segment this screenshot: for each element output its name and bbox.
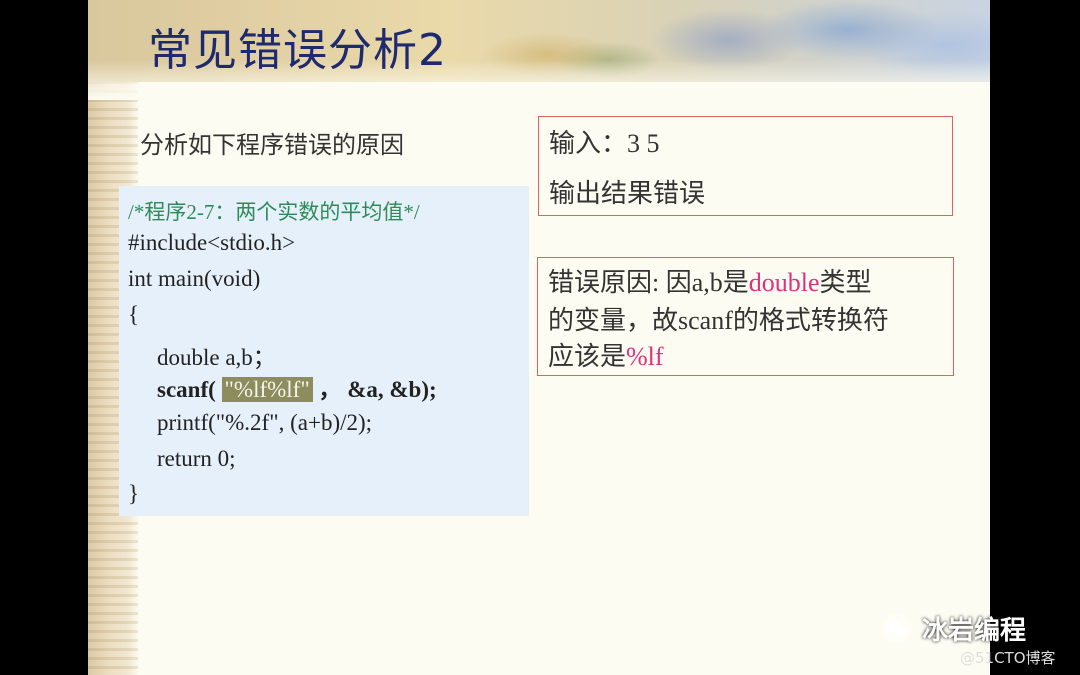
code-open-brace: { — [128, 302, 140, 327]
reason-box: 错误原因: 因a,b是double类型 的变量，故scanf的格式转换符 应该是… — [537, 257, 954, 376]
input-line: 输入：3 5 — [549, 129, 660, 158]
reason-text-2: 类型 — [819, 268, 872, 297]
watermark-text: 冰岩编程 — [922, 615, 1027, 646]
code-close-brace: } — [128, 481, 140, 506]
reason-line-2: 的变量，故scanf的格式转换符 — [548, 306, 889, 335]
code-main: int main(void) — [128, 266, 261, 291]
reason-text-3: 应该是 — [548, 342, 627, 371]
slide: 常见错误分析2 分析如下程序错误的原因 /*程序2-7：两个实数的平均值*/ #… — [88, 0, 990, 675]
code-printf: printf("%.2f", (a+b)/2); — [157, 410, 373, 435]
source-tag: @51CTO博客 — [960, 649, 1056, 667]
reason-line-1: 错误原因: 因a,b是double类型 — [548, 262, 872, 299]
reason-text-1: 错误原因: 因a,b是 — [548, 268, 749, 297]
code-comment: /*程序2-7：两个实数的平均值*/ — [128, 200, 420, 224]
code-block: /*程序2-7：两个实数的平均值*/ #include<stdio.h> int… — [119, 186, 529, 516]
code-include: #include<stdio.h> — [128, 230, 296, 255]
scanf-suffix: ， &a, &b); — [318, 377, 437, 402]
code-scanf: scanf( "%lf%lf" ， &a, &b); — [157, 370, 437, 404]
scanf-format-highlight: "%lf%lf" — [221, 377, 313, 402]
scanf-prefix: scanf( — [157, 377, 216, 402]
reason-line-3: 应该是%lf — [548, 336, 664, 373]
watermark: 冰岩编程 — [882, 608, 1026, 648]
slide-subtitle: 分析如下程序错误的原因 — [140, 131, 404, 159]
code-declaration: double a,b； — [157, 345, 276, 370]
code-return: return 0; — [157, 446, 236, 471]
reason-highlight-lf: %lf — [626, 342, 664, 371]
reason-highlight-double: double — [748, 268, 820, 297]
wechat-icon — [882, 613, 912, 643]
input-box: 输入：3 5 输出结果错误 — [538, 116, 953, 216]
output-error-line: 输出结果错误 — [549, 179, 706, 208]
slide-title: 常见错误分析2 — [148, 25, 447, 76]
